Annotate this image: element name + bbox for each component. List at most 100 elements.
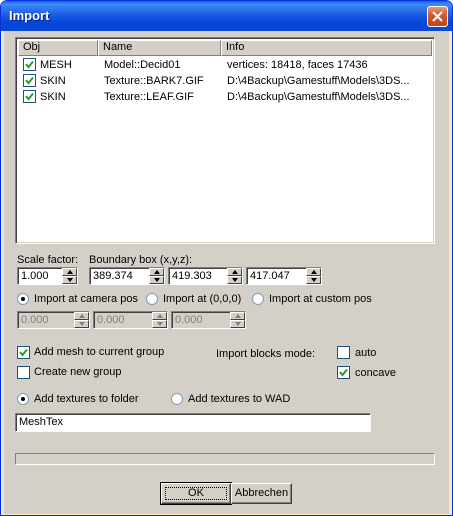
spin-buttons [152, 312, 167, 328]
spin-up-button[interactable] [230, 312, 245, 320]
arrow-up-icon [67, 270, 73, 274]
bbox-y-stepper[interactable]: 419.303 [168, 267, 243, 285]
row-info: D:\4Backup\Gamestuff\Models\3DS... [227, 75, 410, 87]
spin-down-button[interactable] [227, 276, 242, 284]
spin-up-button[interactable] [306, 268, 321, 276]
close-button[interactable] [427, 6, 448, 27]
row-name: Texture::BARK7.GIF [104, 75, 204, 87]
arrow-up-icon [154, 270, 160, 274]
textures-wad-label: Add textures to WAD [188, 393, 291, 405]
arrow-up-icon [311, 270, 317, 274]
cancel-label: Abbrechen [234, 487, 289, 499]
row-checkbox[interactable] [23, 74, 36, 87]
spin-up-button[interactable] [62, 268, 77, 276]
concave-checkbox[interactable] [337, 366, 350, 379]
scale-factor-stepper[interactable]: 1.000 [17, 267, 78, 285]
radio-textures-folder[interactable] [17, 393, 29, 405]
spin-up-button[interactable] [227, 268, 242, 276]
arrow-down-icon [79, 322, 85, 326]
checkmark-icon [25, 92, 34, 101]
radio-textures-wad[interactable] [171, 393, 183, 405]
import-custom-label: Import at custom pos [269, 293, 372, 305]
object-list[interactable]: Obj Name Info MESH Model::Decid01 vertic… [15, 37, 435, 244]
spin-buttons [74, 312, 89, 328]
column-name[interactable]: Name [98, 40, 221, 56]
spin-buttons [149, 268, 164, 284]
bbox-x-stepper[interactable]: 389.374 [89, 267, 165, 285]
focus-rect [165, 487, 227, 500]
row-obj: MESH [40, 59, 72, 71]
radio-import-custom[interactable] [252, 293, 264, 305]
spin-down-button[interactable] [306, 276, 321, 284]
arrow-down-icon [311, 278, 317, 282]
spin-up-button[interactable] [74, 312, 89, 320]
scale-factor-value: 1.000 [21, 270, 49, 282]
column-obj[interactable]: Obj [18, 40, 98, 56]
cancel-button[interactable]: Abbrechen [231, 483, 292, 504]
add-to-group-checkbox[interactable] [17, 346, 30, 359]
row-obj: SKIN [40, 91, 66, 103]
import-origin-label: Import at (0,0,0) [163, 293, 242, 305]
custom-x-value: 0.000 [21, 314, 49, 326]
spin-buttons [306, 268, 321, 284]
auto-label: auto [355, 347, 377, 359]
row-info: D:\4Backup\Gamestuff\Models\3DS... [227, 91, 410, 103]
arrow-up-icon [232, 270, 238, 274]
arrow-down-icon [154, 278, 160, 282]
spin-up-button[interactable] [149, 268, 164, 276]
row-checkbox[interactable] [23, 58, 36, 71]
checkmark-icon [19, 348, 28, 357]
custom-y-stepper[interactable]: 0.000 [93, 311, 168, 329]
spin-down-button[interactable] [74, 320, 89, 328]
row-checkbox[interactable] [23, 90, 36, 103]
checkmark-icon [339, 368, 348, 377]
list-row[interactable]: SKIN Texture::LEAF.GIF D:\4Backup\Gamest… [18, 89, 432, 105]
auto-checkbox[interactable] [337, 346, 350, 359]
close-icon [432, 11, 443, 22]
arrow-down-icon [235, 322, 241, 326]
arrow-down-icon [67, 278, 73, 282]
arrow-up-icon [79, 314, 85, 318]
list-row[interactable]: MESH Model::Decid01 vertices: 18418, fac… [18, 57, 432, 73]
progress-bar [15, 453, 435, 465]
spin-down-button[interactable] [149, 276, 164, 284]
texture-folder-input[interactable]: MeshTex [15, 413, 371, 432]
spin-buttons [230, 312, 245, 328]
ok-button[interactable]: OK [160, 482, 232, 505]
bbox-x-value: 389.374 [93, 270, 133, 282]
checkmark-icon [25, 60, 34, 69]
spin-buttons [227, 268, 242, 284]
boundary-box-label: Boundary box (x,y,z): [89, 254, 193, 266]
dialog-body: Obj Name Info MESH Model::Decid01 vertic… [4, 31, 449, 514]
bbox-z-stepper[interactable]: 417.047 [246, 267, 322, 285]
spin-up-button[interactable] [152, 312, 167, 320]
custom-x-stepper[interactable]: 0.000 [17, 311, 90, 329]
radio-import-origin[interactable] [146, 293, 158, 305]
import-camera-label: Import at camera pos [34, 293, 138, 305]
row-info: vertices: 18418, faces 17436 [227, 59, 368, 71]
textures-folder-label: Add textures to folder [34, 393, 139, 405]
custom-y-value: 0.000 [97, 314, 125, 326]
radio-dot [21, 297, 25, 301]
row-obj: SKIN [40, 75, 66, 87]
scale-factor-label: Scale factor: [17, 254, 79, 266]
row-name: Texture::LEAF.GIF [104, 91, 194, 103]
title-bar[interactable]: Import [1, 1, 452, 31]
spin-buttons [62, 268, 77, 284]
radio-dot [21, 397, 25, 401]
texture-folder-value: MeshTex [19, 416, 64, 428]
arrow-up-icon [235, 314, 241, 318]
arrow-down-icon [157, 322, 163, 326]
radio-import-camera[interactable] [17, 293, 29, 305]
list-row[interactable]: SKIN Texture::BARK7.GIF D:\4Backup\Games… [18, 73, 432, 89]
spin-down-button[interactable] [62, 276, 77, 284]
arrow-up-icon [157, 314, 163, 318]
spin-down-button[interactable] [230, 320, 245, 328]
bbox-z-value: 417.047 [250, 270, 290, 282]
spin-down-button[interactable] [152, 320, 167, 328]
custom-z-stepper[interactable]: 0.000 [171, 311, 246, 329]
column-info[interactable]: Info [221, 40, 432, 56]
arrow-down-icon [232, 278, 238, 282]
row-name: Model::Decid01 [104, 59, 181, 71]
create-group-checkbox[interactable] [17, 366, 30, 379]
